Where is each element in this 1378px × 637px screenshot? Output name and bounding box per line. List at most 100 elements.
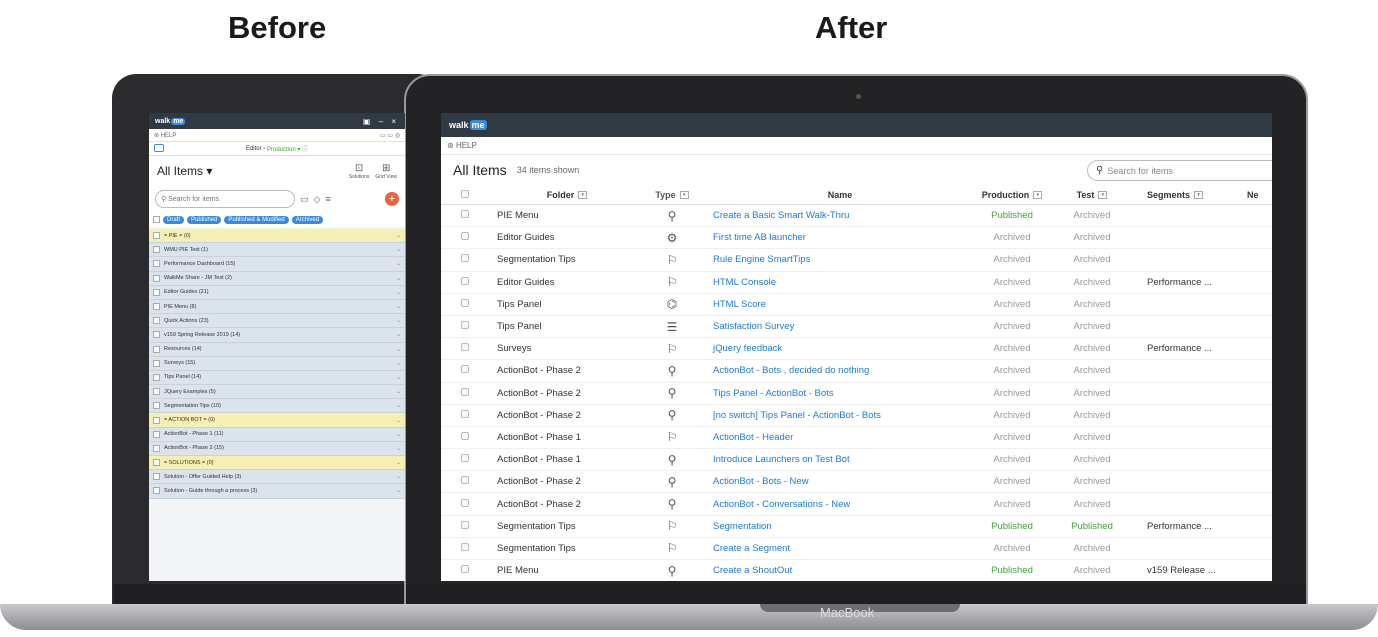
- chip-published[interactable]: Published: [187, 215, 222, 224]
- col-type[interactable]: Type ▾: [637, 190, 707, 200]
- chip-published-modified[interactable]: Published & Modified: [224, 215, 289, 224]
- table-row[interactable]: ActionBot - Phase 2 ⚲ Tips Panel - ActionB…: [441, 383, 1272, 405]
- row-checkbox[interactable]: [461, 476, 469, 485]
- folder-row[interactable]: ActionBot - Phase 2 (15) ⌄: [149, 441, 405, 456]
- screen-icon[interactable]: [154, 144, 164, 152]
- search-input[interactable]: ⚲ Search for items: [155, 190, 295, 208]
- folder-row[interactable]: v159 Spring Release 2019 (14) ⌄: [149, 328, 405, 343]
- folder-icon[interactable]: ▭: [300, 194, 309, 205]
- tag-icon[interactable]: ◇: [314, 194, 321, 205]
- folder-row[interactable]: = ACTION BOT = (0) ⌄: [149, 413, 405, 428]
- chevron-down-icon[interactable]: ⌄: [396, 232, 401, 239]
- chevron-down-icon[interactable]: ⌄: [396, 417, 401, 424]
- row-checkbox[interactable]: [153, 359, 160, 367]
- chevron-down-icon[interactable]: ⌄: [396, 487, 401, 494]
- item-name-link[interactable]: Create a Basic Smart Walk-Thru: [707, 210, 967, 221]
- row-checkbox[interactable]: [153, 487, 160, 495]
- row-checkbox[interactable]: [153, 388, 160, 396]
- chevron-down-icon[interactable]: ⌄: [396, 431, 401, 438]
- row-checkbox[interactable]: [153, 444, 160, 452]
- chevron-down-icon[interactable]: ⌄: [396, 402, 401, 409]
- filter-icon[interactable]: ▾: [1033, 191, 1043, 200]
- row-checkbox[interactable]: [461, 520, 469, 529]
- folder-row[interactable]: = SOLUTIONS = (0) ⌄: [149, 456, 405, 471]
- folder-row[interactable]: WalkMe Share - JM Test (2) ⌄: [149, 271, 405, 286]
- chevron-down-icon[interactable]: ⌄: [396, 445, 401, 452]
- folder-row[interactable]: Segmentation Tips (10) ⌄: [149, 399, 405, 414]
- solutions-button[interactable]: ⊡ Solutions: [349, 163, 370, 180]
- help-link[interactable]: ⊛ HELP: [154, 132, 176, 139]
- row-checkbox[interactable]: [153, 331, 160, 339]
- folder-row[interactable]: Quick Actions (23) ⌄: [149, 314, 405, 329]
- col-folder[interactable]: Folder ▾: [487, 190, 637, 200]
- col-ne[interactable]: Ne: [1247, 190, 1267, 200]
- folder-row[interactable]: PIE Menu (8) ⌄: [149, 299, 405, 315]
- chip-draft[interactable]: Draft: [163, 215, 185, 224]
- row-checkbox[interactable]: [153, 317, 160, 325]
- chevron-down-icon[interactable]: ⌄: [396, 374, 401, 381]
- folder-row[interactable]: Solution - Guide through a process (3) ⌄: [149, 484, 405, 499]
- row-checkbox[interactable]: [153, 373, 160, 381]
- folder-row[interactable]: JQuery Examples (5) ⌄: [149, 385, 405, 400]
- row-checkbox[interactable]: [153, 260, 160, 268]
- environment-dropdown[interactable]: Production ▾ ⓘ: [265, 144, 308, 153]
- chevron-down-icon[interactable]: ⌄: [396, 260, 401, 267]
- folder-row[interactable]: = PIE = (0) ⌄: [149, 229, 405, 244]
- row-checkbox[interactable]: [153, 402, 160, 410]
- item-name-link[interactable]: Introduce Launchers on Test Bot: [707, 454, 967, 465]
- row-checkbox[interactable]: [153, 288, 160, 296]
- item-name-link[interactable]: Create a Segment: [707, 543, 967, 554]
- row-checkbox[interactable]: [461, 365, 469, 374]
- chevron-down-icon[interactable]: ⌄: [396, 459, 401, 466]
- grid-view-button[interactable]: ⊞ Grid View: [375, 163, 397, 180]
- table-row[interactable]: Segmentation Tips ⚐ Create a Segment Archiv…: [441, 538, 1272, 560]
- col-production[interactable]: Production ▾: [967, 190, 1057, 200]
- row-checkbox[interactable]: [153, 416, 160, 424]
- row-checkbox[interactable]: [153, 430, 160, 438]
- row-checkbox[interactable]: [461, 454, 469, 463]
- table-row[interactable]: PIE Menu ⚲ Create a ShoutOut Published Archi…: [441, 560, 1272, 581]
- chevron-down-icon[interactable]: ⌄: [396, 388, 401, 395]
- item-name-link[interactable]: ActionBot - Header: [707, 432, 967, 443]
- help-link[interactable]: ⊛ HELP: [447, 141, 477, 150]
- row-checkbox[interactable]: [153, 232, 160, 240]
- chevron-down-icon[interactable]: ⌄: [396, 331, 401, 338]
- select-all-checkbox[interactable]: [153, 216, 160, 223]
- row-checkbox[interactable]: [153, 345, 160, 353]
- chevron-down-icon[interactable]: ⌄: [396, 289, 401, 296]
- select-all-checkbox[interactable]: [461, 189, 469, 198]
- chevron-down-icon[interactable]: ⌄: [396, 360, 401, 367]
- row-checkbox[interactable]: [461, 254, 469, 263]
- row-checkbox[interactable]: [153, 274, 160, 282]
- col-test[interactable]: Test ▾: [1057, 190, 1127, 200]
- item-name-link[interactable]: Create a ShoutOut: [707, 565, 967, 576]
- row-checkbox[interactable]: [461, 276, 469, 285]
- item-name-link[interactable]: Satisfaction Survey: [707, 321, 967, 332]
- row-checkbox[interactable]: [461, 498, 469, 507]
- row-checkbox[interactable]: [153, 473, 160, 481]
- row-checkbox[interactable]: [461, 343, 469, 352]
- filter-icon[interactable]: ≡: [325, 194, 330, 204]
- table-row[interactable]: ActionBot - Phase 2 ⚲ ActionBot - Bots , d…: [441, 360, 1272, 383]
- table-row[interactable]: Editor Guides ⚐ HTML Console Archived Archiv…: [441, 272, 1272, 294]
- item-name-link[interactable]: HTML Score: [707, 299, 967, 310]
- chevron-down-icon[interactable]: ⌄: [396, 246, 401, 253]
- folder-row[interactable]: Tips Panel (14) ⌄: [149, 370, 405, 386]
- filter-icon[interactable]: ▾: [679, 191, 689, 200]
- item-name-link[interactable]: First time AB launcher: [707, 232, 967, 243]
- chip-archived[interactable]: Archived: [291, 215, 324, 224]
- row-checkbox[interactable]: [461, 409, 469, 418]
- row-checkbox[interactable]: [153, 246, 160, 254]
- table-row[interactable]: ActionBot - Phase 1 ⚐ ActionBot - Header Ar…: [441, 427, 1272, 450]
- chevron-down-icon[interactable]: ⌄: [396, 346, 401, 353]
- item-name-link[interactable]: Segmentation: [707, 521, 967, 532]
- chevron-down-icon[interactable]: ⌄: [396, 473, 401, 480]
- toolbar-icons[interactable]: ▭ ▭ ◎: [380, 132, 400, 139]
- table-row[interactable]: Editor Guides ⚙ First time AB launcher Arch…: [441, 227, 1272, 250]
- table-row[interactable]: Tips Panel ☰ Satisfaction Survey Archived Ar…: [441, 316, 1272, 339]
- item-name-link[interactable]: ActionBot - Conversations - New: [707, 499, 967, 510]
- table-row[interactable]: ActionBot - Phase 1 ⚲ Introduce Launchers …: [441, 449, 1272, 472]
- table-row[interactable]: Surveys ⚐ jQuery feedback Archived Archived P…: [441, 338, 1272, 361]
- item-name-link[interactable]: [no switch] Tips Panel - ActionBot - Bot…: [707, 410, 967, 421]
- table-row[interactable]: ActionBot - Phase 2 ⚲ [no switch] Tips Pan…: [441, 405, 1272, 427]
